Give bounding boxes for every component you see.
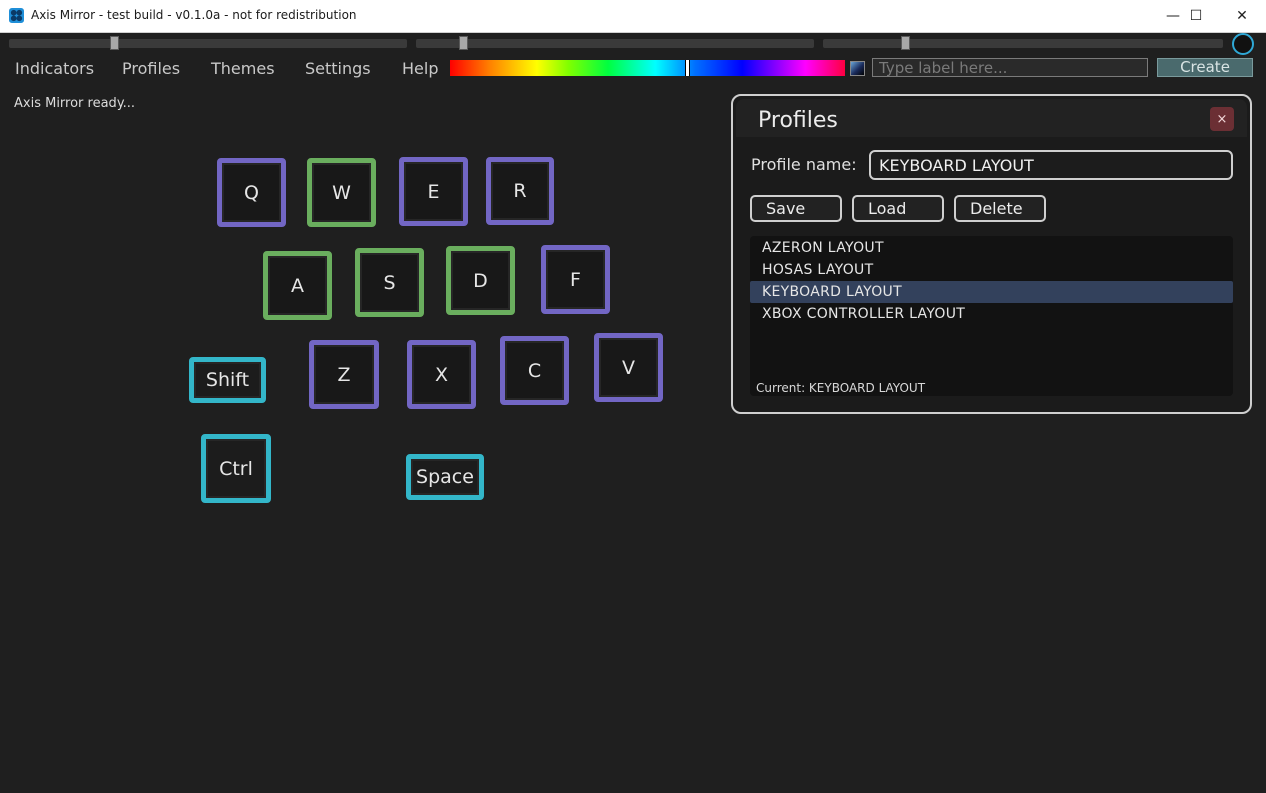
- key-x[interactable]: X: [407, 340, 476, 409]
- close-icon: ×: [1216, 111, 1228, 127]
- key-f[interactable]: F: [541, 245, 610, 314]
- profile-list-item[interactable]: XBOX CONTROLLER LAYOUT: [750, 303, 1233, 325]
- key-label: F: [548, 252, 603, 307]
- slider-2[interactable]: [416, 36, 814, 50]
- key-label: A: [270, 258, 325, 313]
- menu-themes[interactable]: Themes: [211, 59, 275, 81]
- key-z[interactable]: Z: [309, 340, 379, 409]
- profile-name-label: Profile name:: [751, 155, 857, 174]
- key-v[interactable]: V: [594, 333, 663, 402]
- slider-3[interactable]: [823, 36, 1223, 50]
- close-window-button[interactable]: ✕: [1219, 0, 1265, 32]
- create-button[interactable]: Create: [1157, 58, 1253, 77]
- key-label: C: [507, 343, 562, 398]
- key-label: E: [406, 164, 461, 219]
- menu-settings[interactable]: Settings: [305, 59, 371, 81]
- profiles-panel: Profiles × Profile name: Save Load Delet…: [731, 94, 1252, 414]
- window-title: Axis Mirror - test build - v0.1.0a - not…: [31, 8, 357, 22]
- key-shift[interactable]: Shift: [189, 357, 266, 403]
- panel-header: Profiles ×: [736, 99, 1247, 137]
- key-space[interactable]: Space: [406, 454, 484, 500]
- key-d[interactable]: D: [446, 246, 515, 315]
- profile-name-input[interactable]: [869, 150, 1233, 180]
- label-input[interactable]: [872, 58, 1148, 77]
- maximize-icon: ☐: [1189, 8, 1203, 24]
- app-area: Indicators Profiles Themes Settings Help…: [0, 33, 1266, 793]
- panel-close-button[interactable]: ×: [1210, 107, 1234, 131]
- key-label: S: [362, 255, 417, 310]
- key-e[interactable]: E: [399, 157, 468, 226]
- menu-profiles[interactable]: Profiles: [122, 59, 180, 81]
- profile-list-item[interactable]: KEYBOARD LAYOUT: [750, 281, 1233, 303]
- title-bar: Axis Mirror - test build - v0.1.0a - not…: [0, 0, 1266, 33]
- current-profile-text: Current: KEYBOARD LAYOUT: [756, 381, 926, 395]
- slider-3-thumb[interactable]: [901, 36, 911, 50]
- key-r[interactable]: R: [486, 157, 554, 225]
- profile-list-item[interactable]: HOSAS LAYOUT: [750, 259, 1233, 281]
- key-label: W: [314, 165, 369, 220]
- key-label: X: [414, 347, 469, 402]
- panel-title: Profiles: [758, 108, 838, 133]
- key-ctrl[interactable]: Ctrl: [201, 434, 271, 503]
- key-label: Space: [413, 461, 477, 493]
- load-button[interactable]: Load: [852, 195, 944, 222]
- key-label: Q: [224, 165, 279, 220]
- key-label: Ctrl: [208, 441, 264, 496]
- close-icon: ✕: [1236, 8, 1248, 24]
- menu-indicators[interactable]: Indicators: [15, 59, 94, 81]
- key-a[interactable]: A: [263, 251, 332, 320]
- key-label: D: [453, 253, 508, 308]
- key-label: Z: [316, 347, 372, 402]
- key-w[interactable]: W: [307, 158, 376, 227]
- key-label: R: [493, 164, 547, 218]
- profile-list-item[interactable]: AZERON LAYOUT: [750, 237, 1233, 259]
- app-logo-icon: [9, 8, 24, 23]
- hue-color-strip[interactable]: [450, 60, 845, 76]
- profile-list[interactable]: AZERON LAYOUT HOSAS LAYOUT KEYBOARD LAYO…: [750, 236, 1233, 396]
- key-label: V: [601, 340, 656, 395]
- key-label: Shift: [196, 364, 259, 396]
- status-text: Axis Mirror ready...: [14, 96, 136, 111]
- slider-1-thumb[interactable]: [110, 36, 120, 50]
- key-q[interactable]: Q: [217, 158, 286, 227]
- slider-2-thumb[interactable]: [458, 36, 468, 50]
- key-s[interactable]: S: [355, 248, 424, 317]
- color-swatch[interactable]: [850, 61, 865, 76]
- delete-button[interactable]: Delete: [954, 195, 1046, 222]
- slider-1[interactable]: [9, 36, 407, 50]
- hue-marker[interactable]: [685, 60, 691, 76]
- menu-help[interactable]: Help: [402, 59, 438, 81]
- save-button[interactable]: Save: [750, 195, 842, 222]
- key-c[interactable]: C: [500, 336, 569, 405]
- maximize-button[interactable]: ☐: [1173, 0, 1219, 32]
- dial-knob[interactable]: [1232, 33, 1254, 55]
